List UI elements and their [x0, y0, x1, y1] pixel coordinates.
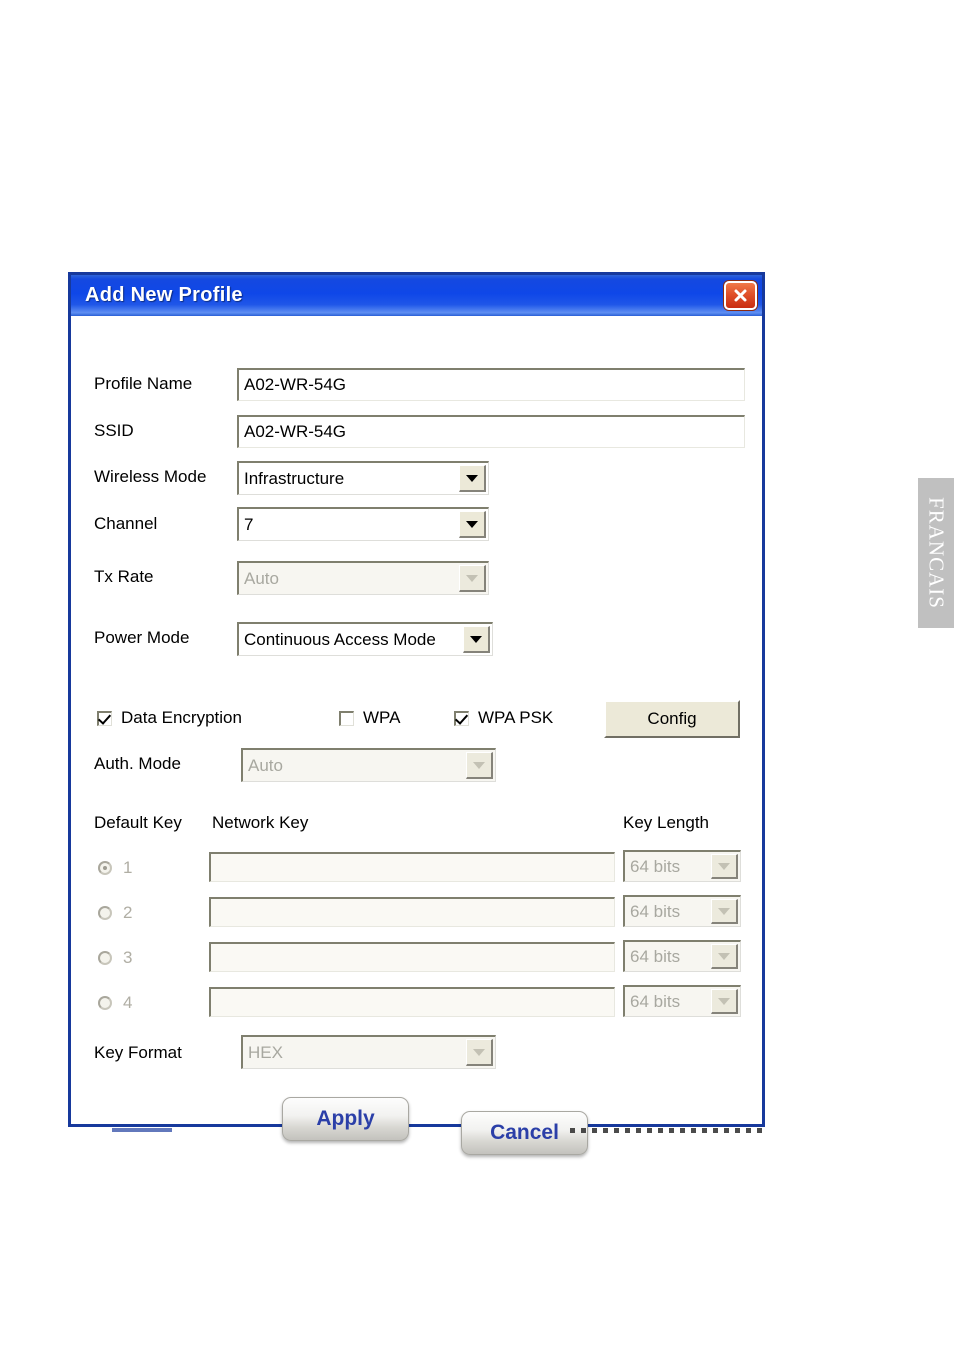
- scan-artifact-secondary: [112, 1128, 172, 1132]
- francais-label: FRANCAIS: [924, 497, 949, 609]
- dialog-titlebar: Add New Profile: [71, 275, 762, 316]
- radio-icon: [98, 861, 112, 875]
- network-key-header: Network Key: [212, 813, 309, 832]
- network-key-input-4[interactable]: [209, 987, 615, 1017]
- apply-button[interactable]: Apply: [282, 1097, 409, 1141]
- wireless-mode-select[interactable]: Infrastructure: [237, 461, 489, 495]
- key-format-value: HEX: [248, 1042, 283, 1062]
- network-key-input-3[interactable]: [209, 942, 615, 972]
- checkmark-icon: [97, 710, 112, 726]
- chevron-down-icon[interactable]: [463, 626, 490, 653]
- channel-select[interactable]: 7: [237, 507, 489, 541]
- profile-name-value: A02-WR-54G: [244, 375, 347, 394]
- key-length-select-4: 64 bits: [623, 985, 741, 1017]
- ssid-input[interactable]: A02-WR-54G: [237, 415, 745, 448]
- power-mode-value: Continuous Access Mode: [244, 629, 436, 649]
- wireless-mode-value: Infrastructure: [244, 468, 345, 488]
- tx-rate-label: Tx Rate: [94, 567, 154, 586]
- default-key-radio-1[interactable]: 1: [98, 858, 132, 878]
- profile-name-row: Profile Name: [94, 374, 239, 394]
- tx-rate-select: Auto: [237, 561, 489, 595]
- add-new-profile-dialog: Add New Profile Profile Name A02-WR-54G …: [68, 272, 765, 1155]
- wireless-mode-label: Wireless Mode: [94, 467, 207, 486]
- key-length-select-2: 64 bits: [623, 895, 741, 927]
- chevron-down-icon: [466, 1039, 493, 1066]
- chevron-down-icon: [711, 854, 738, 879]
- wpa-psk-label: WPA PSK: [478, 708, 554, 727]
- channel-label: Channel: [94, 514, 158, 533]
- ssid-value: A02-WR-54G: [244, 422, 347, 441]
- channel-value: 7: [244, 514, 254, 534]
- default-key-index-3: 3: [123, 948, 133, 967]
- checkmark-icon: [454, 710, 469, 726]
- auth-mode-label: Auth. Mode: [94, 754, 181, 773]
- close-icon[interactable]: [724, 281, 757, 310]
- apply-button-label: Apply: [316, 1107, 375, 1130]
- chevron-down-icon: [459, 565, 486, 592]
- default-key-index-1: 1: [123, 858, 133, 877]
- key-length-value-4: 64 bits: [630, 991, 681, 1011]
- key-length-value-3: 64 bits: [630, 946, 681, 966]
- default-key-radio-3[interactable]: 3: [98, 948, 132, 968]
- cancel-button[interactable]: Cancel: [461, 1111, 588, 1155]
- chevron-down-icon: [711, 989, 738, 1014]
- data-encryption-label: Data Encryption: [121, 708, 242, 727]
- francais-side-tab: FRANCAIS: [918, 478, 954, 628]
- dialog-client-area: Profile Name A02-WR-54G SSID A02-WR-54G …: [71, 316, 762, 1155]
- auth-mode-row: Auth. Mode: [94, 754, 239, 774]
- radio-icon: [98, 906, 112, 920]
- ssid-label: SSID: [94, 421, 134, 440]
- tx-rate-value: Auto: [244, 568, 279, 588]
- key-length-value-1: 64 bits: [630, 856, 681, 876]
- chevron-down-icon: [711, 899, 738, 924]
- config-button[interactable]: Config: [604, 700, 740, 738]
- default-key-radio-2[interactable]: 2: [98, 903, 132, 923]
- chevron-down-icon: [466, 752, 493, 779]
- default-key-header: Default Key: [94, 813, 182, 832]
- profile-name-input[interactable]: A02-WR-54G: [237, 368, 745, 401]
- config-button-label: Config: [647, 709, 697, 728]
- radio-icon: [98, 996, 112, 1010]
- power-mode-row: Power Mode: [94, 628, 239, 648]
- channel-row: Channel: [94, 514, 239, 534]
- ssid-row: SSID: [94, 421, 239, 441]
- auth-mode-value: Auto: [248, 755, 283, 775]
- chevron-down-icon[interactable]: [459, 465, 486, 492]
- default-key-index-2: 2: [123, 903, 133, 922]
- key-format-select: HEX: [241, 1035, 496, 1069]
- key-format-label: Key Format: [94, 1043, 182, 1062]
- network-key-input-2[interactable]: [209, 897, 615, 927]
- wpa-psk-checkbox[interactable]: WPA PSK: [454, 708, 553, 728]
- key-length-header: Key Length: [623, 813, 710, 832]
- wpa-label: WPA: [363, 708, 401, 727]
- checkbox-icon: [339, 710, 354, 726]
- key-format-row: Key Format: [94, 1043, 239, 1063]
- power-mode-select[interactable]: Continuous Access Mode: [237, 622, 493, 656]
- key-length-select-3: 64 bits: [623, 940, 741, 972]
- wpa-checkbox[interactable]: WPA: [339, 708, 400, 728]
- radio-icon: [98, 951, 112, 965]
- wireless-mode-row: Wireless Mode: [94, 467, 239, 487]
- key-length-value-2: 64 bits: [630, 901, 681, 921]
- power-mode-label: Power Mode: [94, 628, 190, 647]
- tx-rate-row: Tx Rate: [94, 567, 239, 587]
- scan-artifact: [570, 1128, 762, 1133]
- dialog-title: Add New Profile: [85, 284, 243, 306]
- default-key-index-4: 4: [123, 993, 133, 1012]
- auth-mode-select: Auto: [241, 748, 496, 782]
- chevron-down-icon: [711, 944, 738, 969]
- key-length-select-1: 64 bits: [623, 850, 741, 882]
- cancel-button-label: Cancel: [490, 1121, 559, 1144]
- default-key-radio-4[interactable]: 4: [98, 993, 132, 1013]
- profile-name-label: Profile Name: [94, 374, 193, 393]
- network-key-input-1[interactable]: [209, 852, 615, 882]
- data-encryption-checkbox[interactable]: Data Encryption: [97, 708, 242, 728]
- chevron-down-icon[interactable]: [459, 511, 486, 538]
